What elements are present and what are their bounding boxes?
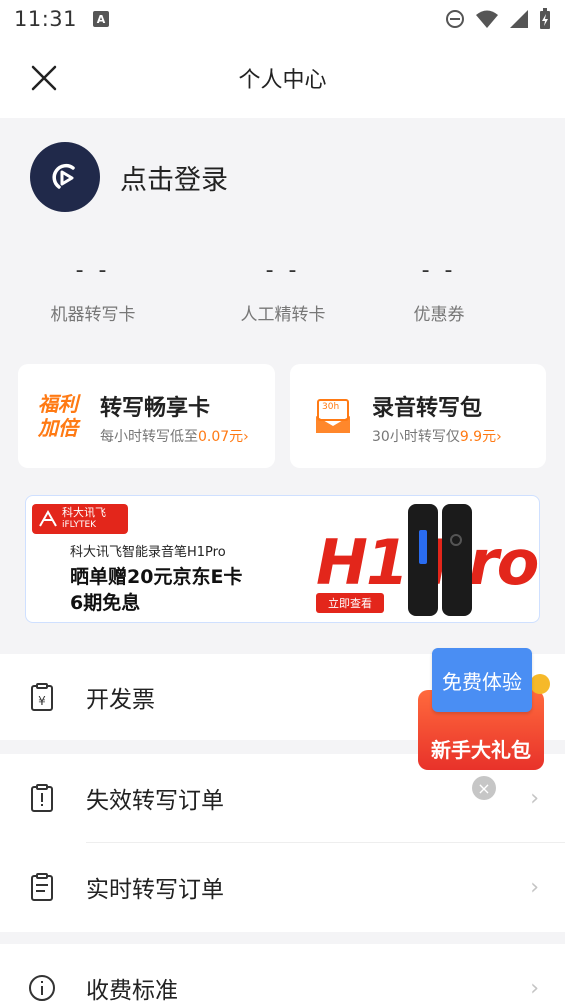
menu-section-pricing: 收费标准 › bbox=[0, 944, 565, 1004]
card-title: 录音转写包 bbox=[372, 396, 483, 421]
newbie-gift-popup[interactable]: 免费体验 新手大礼包 bbox=[418, 648, 550, 772]
stat-human-card[interactable]: - - 人工精转卡 bbox=[203, 258, 363, 325]
coin-icon bbox=[530, 674, 550, 694]
info-icon bbox=[29, 975, 55, 1001]
stat-label: 优惠券 bbox=[413, 305, 465, 325]
signal-icon bbox=[510, 10, 528, 28]
promo-banner[interactable]: 科大讯飞 iFLYTEK 科大讯飞智能录音笔H1Pro 晒单赠20元京东E卡 6… bbox=[25, 495, 540, 623]
iflytek-logo-icon bbox=[39, 510, 57, 527]
stat-coupons[interactable]: - - 优惠券 bbox=[359, 258, 519, 325]
stat-value: - - bbox=[75, 258, 111, 283]
card-subtitle: 每小时转写低至0.07元› bbox=[100, 426, 249, 446]
view-now-button[interactable]: 立即查看 bbox=[316, 593, 384, 613]
card-price: 0.07元 bbox=[198, 429, 244, 445]
stat-machine-card[interactable]: - - 机器转写卡 bbox=[13, 258, 173, 325]
menu-item-pricing[interactable]: 收费标准 › bbox=[0, 944, 565, 1004]
stat-value: - - bbox=[421, 258, 457, 283]
stat-label: 机器转写卡 bbox=[50, 305, 136, 325]
chevron-right-icon: › bbox=[530, 874, 539, 900]
welfare-badge: 福利 加倍 bbox=[38, 392, 88, 440]
gift-label: 新手大礼包 bbox=[431, 738, 531, 762]
stat-value: - - bbox=[265, 258, 301, 283]
stats-row: - - 机器转写卡 - - 人工精转卡 - - 优惠券 bbox=[0, 258, 565, 338]
ear-logo-icon bbox=[52, 163, 75, 189]
banner-subtitle: 科大讯飞智能录音笔H1Pro bbox=[70, 545, 226, 560]
order-list-icon bbox=[31, 873, 53, 901]
invoice-icon: ¥ bbox=[31, 683, 53, 711]
notification-icon: A bbox=[93, 11, 110, 27]
chevron-right-icon: › bbox=[530, 785, 539, 811]
card-subtitle-text: 每小时转写低至 bbox=[100, 429, 198, 445]
dnd-icon bbox=[446, 10, 464, 28]
menu-item-realtime-orders[interactable]: 实时转写订单 › bbox=[0, 843, 565, 931]
logo-en: iFLYTEK bbox=[62, 520, 97, 530]
nav-bar: 个人中心 bbox=[0, 38, 565, 118]
chevron-right-icon: › bbox=[496, 429, 502, 445]
card-subtitle: 30小时转写仅9.9元› bbox=[372, 426, 502, 446]
recording-pack-icon-text: 30h bbox=[322, 402, 340, 412]
status-icons bbox=[445, 8, 551, 30]
card-price: 9.9元 bbox=[459, 429, 497, 445]
logo-cn: 科大讯飞 bbox=[62, 506, 106, 519]
card-recording-pack[interactable]: 30h 录音转写包 30小时转写仅9.9元› bbox=[290, 364, 546, 468]
menu-item-label: 开发票 bbox=[86, 687, 155, 713]
welfare-badge-line1: 福利 bbox=[38, 392, 78, 416]
card-transcription-pass[interactable]: 福利 加倍 转写畅享卡 每小时转写低至0.07元› bbox=[18, 364, 275, 468]
status-bar: 11:31 A bbox=[0, 0, 565, 38]
stat-label: 人工精转卡 bbox=[240, 305, 326, 325]
page-title: 个人中心 bbox=[238, 68, 327, 93]
close-popup-button[interactable]: × bbox=[472, 776, 496, 800]
banner-headline-2: 6期免息 bbox=[70, 592, 141, 614]
battery-icon bbox=[540, 8, 550, 29]
banner-headline: 晒单赠20元京东E卡 bbox=[70, 566, 243, 588]
menu-item-label: 失效转写订单 bbox=[86, 788, 224, 814]
welfare-badge-line2: 加倍 bbox=[38, 416, 78, 440]
avatar[interactable] bbox=[30, 142, 100, 212]
profile-header: 点击登录 bbox=[30, 142, 228, 212]
expired-order-icon bbox=[31, 784, 53, 812]
login-link[interactable]: 点击登录 bbox=[120, 158, 228, 197]
recorder-pen-image-2 bbox=[442, 504, 472, 616]
iflytek-logo: 科大讯飞 iFLYTEK bbox=[32, 504, 128, 534]
card-title: 转写畅享卡 bbox=[100, 396, 211, 421]
status-time: 11:31 bbox=[14, 7, 78, 31]
card-subtitle-text: 30小时转写仅 bbox=[372, 429, 460, 445]
menu-item-label: 收费标准 bbox=[86, 978, 178, 1004]
menu-item-label: 实时转写订单 bbox=[86, 877, 224, 903]
chevron-right-icon: › bbox=[243, 429, 249, 445]
recorder-pen-image bbox=[408, 504, 438, 616]
free-trial-tag: 免费体验 bbox=[432, 648, 532, 712]
chevron-right-icon: › bbox=[530, 975, 539, 1001]
wifi-icon bbox=[476, 10, 498, 28]
svg-text:¥: ¥ bbox=[38, 694, 46, 708]
